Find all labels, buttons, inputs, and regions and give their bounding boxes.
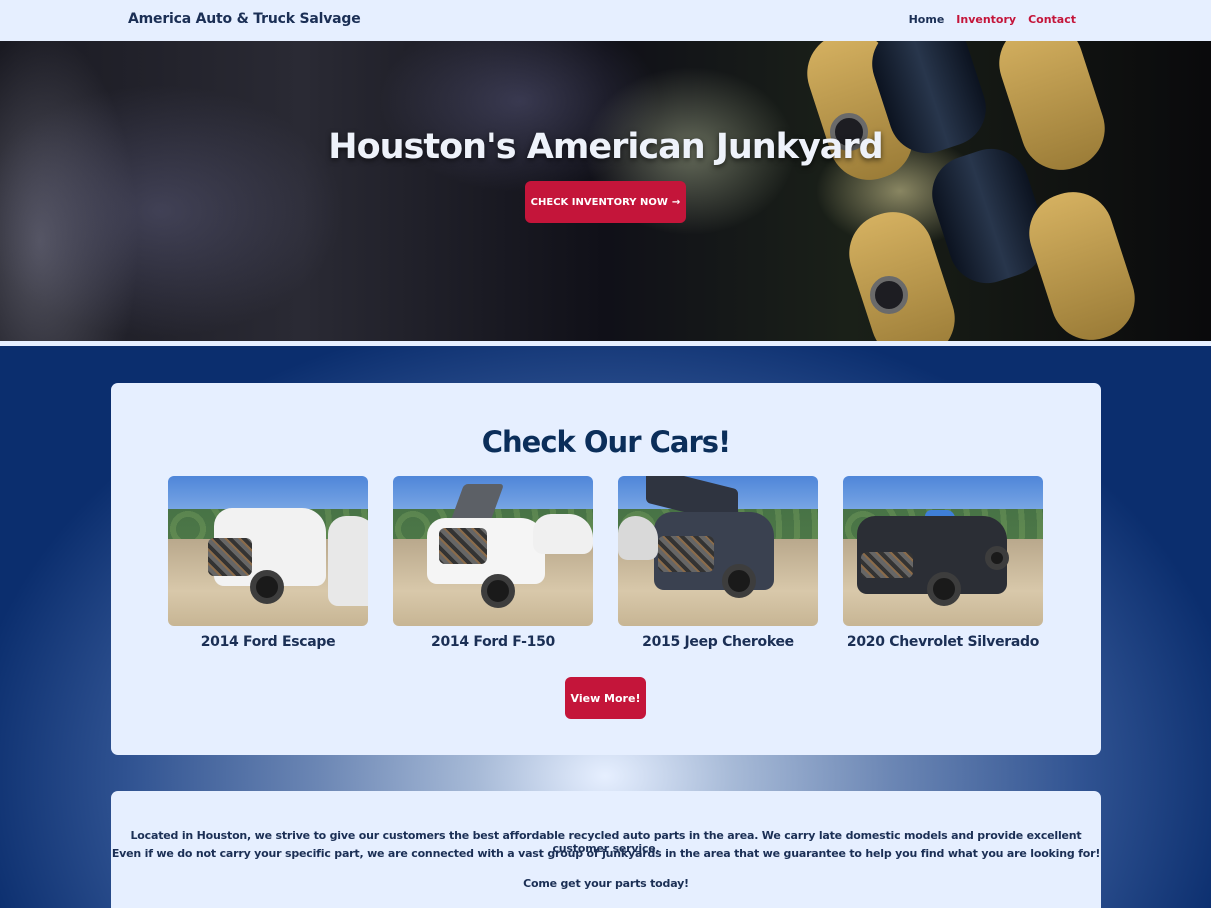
cars-card: Check Our Cars! 2014 Ford Escape 2014 Fo… <box>111 383 1101 755</box>
top-navbar: America Auto & Truck Salvage Home Invent… <box>0 0 1211 41</box>
brand-logo-text[interactable]: America Auto & Truck Salvage <box>128 11 361 27</box>
nav-contact-link[interactable]: Contact <box>1028 13 1076 26</box>
car-photo[interactable] <box>843 476 1043 626</box>
about-cta-text: Come get your parts today! <box>523 877 689 890</box>
car-photo[interactable] <box>168 476 368 626</box>
view-more-button[interactable]: View More! <box>565 677 646 719</box>
car-tile[interactable]: 2020 Chevrolet Silverado <box>843 476 1043 650</box>
car-tile[interactable]: 2015 Jeep Cherokee <box>618 476 818 650</box>
car-label[interactable]: 2015 Jeep Cherokee <box>618 634 818 650</box>
car-photo[interactable] <box>618 476 818 626</box>
main-nav: Home Inventory Contact <box>909 13 1076 26</box>
hero-title: Houston's American Junkyard <box>328 127 883 167</box>
about-card: Located in Houston, we strive to give ou… <box>111 791 1101 908</box>
hero-banner: Houston's American Junkyard CHECK INVENT… <box>0 41 1211 341</box>
car-tile[interactable]: 2014 Ford Escape <box>168 476 368 650</box>
car-label[interactable]: 2014 Ford F-150 <box>393 634 593 650</box>
car-tile[interactable]: 2014 Ford F-150 <box>393 476 593 650</box>
car-label[interactable]: 2014 Ford Escape <box>168 634 368 650</box>
about-text-line2: Even if we do not carry your specific pa… <box>111 847 1101 860</box>
arrow-right-icon: → <box>671 196 681 208</box>
nav-home-link[interactable]: Home <box>909 13 945 26</box>
cars-section-title: Check Our Cars! <box>481 425 732 459</box>
car-label[interactable]: 2020 Chevrolet Silverado <box>843 634 1043 650</box>
check-inventory-button-label: CHECK INVENTORY NOW <box>530 196 668 208</box>
nav-inventory-link[interactable]: Inventory <box>956 13 1016 26</box>
check-inventory-button[interactable]: CHECK INVENTORY NOW → <box>525 181 686 223</box>
car-photo[interactable] <box>393 476 593 626</box>
